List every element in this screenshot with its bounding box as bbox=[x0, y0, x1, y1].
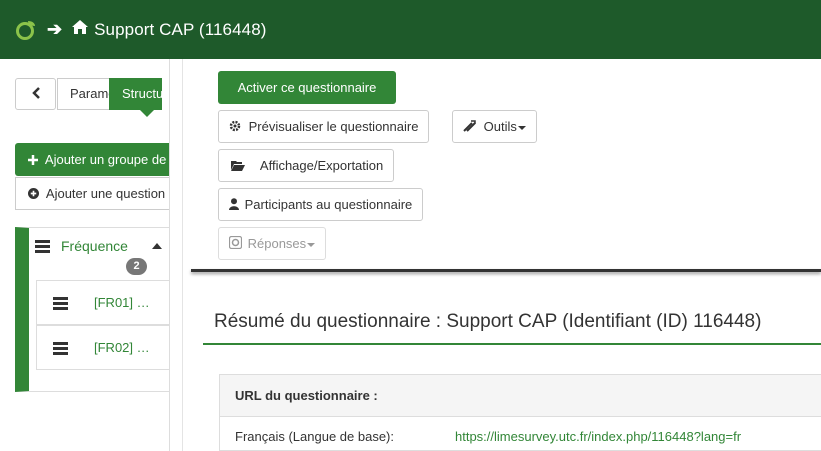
preview-label: Prévisualiser le questionnaire bbox=[248, 119, 419, 134]
add-question-label: Ajouter une question bbox=[45, 186, 166, 201]
display-export-label: Affichage/Exportation bbox=[259, 158, 384, 173]
chevron-left-icon bbox=[31, 86, 40, 102]
main-content: Activer ce questionnaire Prévisualiser l… bbox=[183, 59, 821, 451]
plus-circle-icon bbox=[28, 179, 39, 209]
question-group-panel: Fréquence 2 [FR01] … [FR02] … bbox=[15, 227, 169, 392]
plus-icon bbox=[28, 144, 38, 176]
active-tab-pointer bbox=[140, 110, 154, 117]
folder-open-icon bbox=[231, 151, 245, 182]
responses-icon bbox=[228, 229, 243, 260]
question-group-header[interactable]: Fréquence bbox=[35, 238, 128, 254]
question-item[interactable]: [FR01] … bbox=[36, 280, 169, 325]
arrow-right-icon: ➔ bbox=[47, 19, 63, 39]
gear-icon bbox=[229, 112, 241, 143]
collapse-sidebar-button[interactable] bbox=[15, 78, 56, 110]
base-language-label: Français (Langue de base): bbox=[235, 429, 394, 444]
question-label[interactable]: [FR01] … bbox=[94, 295, 150, 310]
caret-up-icon[interactable] bbox=[152, 243, 162, 249]
activate-survey-button[interactable]: Activer ce questionnaire bbox=[218, 71, 396, 104]
user-icon bbox=[229, 190, 239, 221]
survey-title[interactable]: Support CAP (116448) bbox=[94, 20, 266, 40]
limesurvey-logo-icon[interactable] bbox=[15, 19, 37, 41]
participants-button[interactable]: Participants au questionnaire bbox=[218, 188, 424, 221]
page-title: Résumé du questionnaire : Support CAP (I… bbox=[214, 311, 762, 332]
drag-handle-icon[interactable] bbox=[53, 296, 68, 310]
responses-label: Réponses bbox=[247, 236, 307, 251]
tools-label: Outils bbox=[483, 119, 517, 134]
add-group-button[interactable]: Ajouter un groupe de questions bbox=[15, 143, 169, 176]
add-group-label: Ajouter un groupe de questions bbox=[44, 152, 169, 167]
url-panel-header: URL du questionnaire : bbox=[220, 375, 821, 417]
caret-down-icon bbox=[307, 242, 316, 247]
drag-handle-icon[interactable] bbox=[53, 341, 68, 355]
question-count-badge: 2 bbox=[126, 258, 147, 275]
sidebar: Paramètres Structure Ajouter un groupe d… bbox=[0, 59, 170, 451]
add-question-button[interactable]: Ajouter une question bbox=[15, 177, 169, 210]
home-icon[interactable] bbox=[72, 20, 89, 39]
question-label[interactable]: [FR02] … bbox=[94, 340, 150, 355]
survey-url-link[interactable]: https://limesurvey.utc.fr/index.php/1164… bbox=[455, 429, 741, 444]
top-bar: ➔ Support CAP (116448) bbox=[0, 0, 821, 59]
title-underline bbox=[203, 343, 821, 345]
tools-dropdown-button[interactable]: Outils bbox=[452, 110, 537, 143]
survey-url-panel: URL du questionnaire : Français (Langue … bbox=[219, 374, 821, 451]
responses-dropdown-button[interactable]: Réponses bbox=[218, 227, 327, 260]
question-item[interactable]: [FR02] … bbox=[36, 325, 169, 370]
display-export-button[interactable]: Affichage/Exportation bbox=[218, 149, 395, 182]
toolbar-separator bbox=[191, 269, 821, 272]
preview-survey-button[interactable]: Prévisualiser le questionnaire bbox=[218, 110, 430, 143]
tools-icon bbox=[463, 112, 476, 143]
tab-settings[interactable]: Paramètres bbox=[57, 78, 117, 110]
tab-structure[interactable]: Structure bbox=[109, 78, 162, 110]
participants-label: Participants au questionnaire bbox=[244, 197, 413, 212]
group-name[interactable]: Fréquence bbox=[61, 238, 128, 254]
drag-handle-icon[interactable] bbox=[35, 240, 50, 253]
caret-down-icon bbox=[517, 125, 526, 130]
